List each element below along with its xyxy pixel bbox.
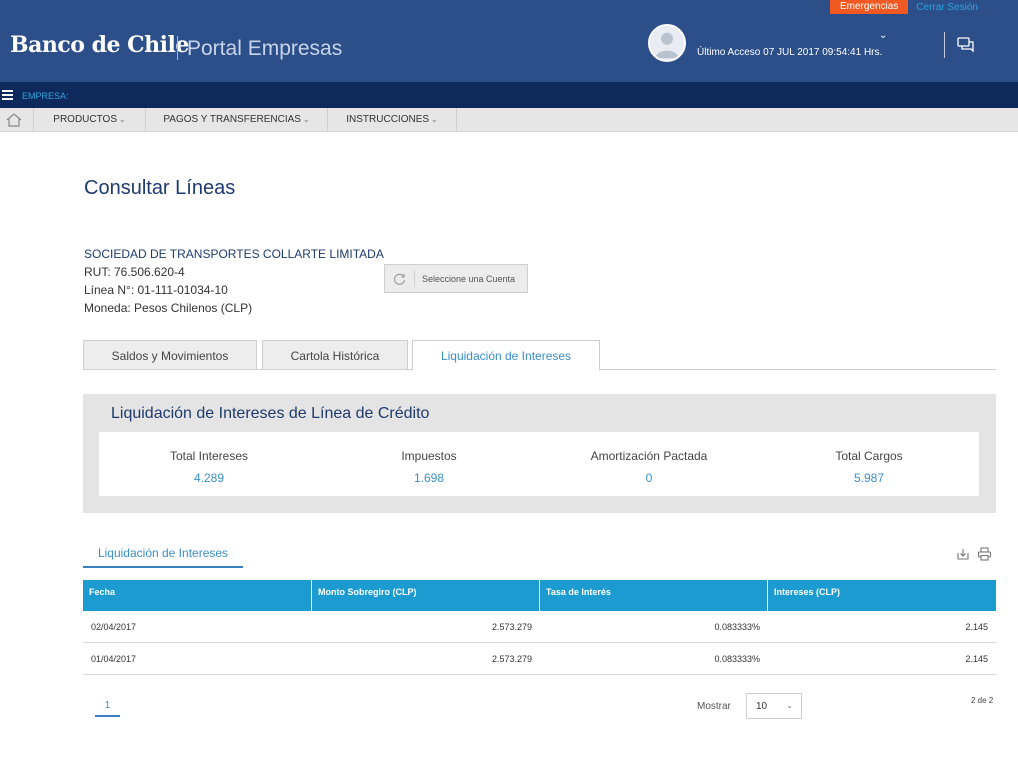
- empresa-bar: EMPRESA:: [0, 82, 1018, 108]
- stat-label: Amortización Pactada: [590, 449, 708, 463]
- summary-stats: Total Intereses 4.289 Impuestos 1.698 Am…: [99, 432, 979, 496]
- page-count-text: 2 de 2: [971, 696, 994, 705]
- last-access-text: Último Acceso 07 JUL 2017 09:54:41 Hrs.: [697, 47, 883, 58]
- cell-tasa-interes: 0.083333%: [714, 621, 760, 632]
- stat-label: Total Cargos: [835, 449, 903, 463]
- company-name: SOCIEDAD DE TRANSPORTES COLLARTE LIMITAD…: [84, 247, 384, 261]
- cell-fecha: 01/04/2017: [91, 653, 137, 664]
- bank-logo[interactable]: Banco de Chile: [10, 32, 189, 58]
- nav-item-productos[interactable]: PRODUCTOS ⌄: [33, 108, 145, 132]
- table-row: 02/04/2017 2.573.279 0.083333% 2.145: [83, 611, 996, 643]
- empresa-label[interactable]: EMPRESA:: [22, 91, 69, 101]
- tab-cartola-historica[interactable]: Cartola Histórica: [262, 340, 408, 370]
- select-account-label: Seleccione una Cuenta: [422, 273, 516, 284]
- stat-value: 1.698: [413, 471, 445, 485]
- top-links: Emergencias Cerrar Sesión: [829, 0, 978, 14]
- nav-divider: [456, 108, 457, 132]
- nav-item-pagos-transferencias[interactable]: PAGOS Y TRANSFERENCIAS ⌄: [145, 108, 327, 132]
- export-icon[interactable]: [956, 547, 970, 561]
- stat-value: 5.987: [853, 471, 885, 485]
- chat-icon[interactable]: [956, 35, 976, 55]
- cell-intereses: 2.145: [965, 653, 988, 664]
- tab-liquidacion-intereses[interactable]: Liquidación de Intereses: [412, 340, 600, 371]
- column-header-tasa-interes[interactable]: Tasa de Interés: [540, 580, 768, 611]
- table-row: 01/04/2017 2.573.279 0.083333% 2.145: [83, 643, 996, 675]
- subtab-liquidacion-intereses[interactable]: Liquidación de Intereses: [83, 546, 243, 568]
- column-header-fecha[interactable]: Fecha: [83, 580, 312, 611]
- stat-total-cargos: Total Cargos 5.987: [759, 449, 979, 485]
- stat-amortizacion-pactada: Amortización Pactada 0: [539, 449, 759, 485]
- interest-table: Fecha Monto Sobregiro (CLP) Tasa de Inte…: [83, 580, 996, 675]
- print-icon[interactable]: [977, 547, 992, 561]
- stat-label: Total Intereses: [169, 449, 249, 463]
- pagination-page-1[interactable]: 1: [95, 700, 120, 717]
- logout-link[interactable]: Cerrar Sesión: [916, 2, 978, 13]
- page-size-select[interactable]: 10 ⌄: [746, 693, 802, 719]
- cell-monto-sobregiro: 2.573.279: [491, 653, 532, 664]
- cell-monto-sobregiro: 2.573.279: [491, 621, 532, 632]
- header-divider: [944, 32, 945, 58]
- column-header-monto-sobregiro[interactable]: Monto Sobregiro (CLP): [312, 580, 540, 611]
- currency-info: Moneda: Pesos Chilenos (CLP): [84, 301, 253, 315]
- page-size-value: 10: [756, 700, 768, 712]
- table-header: Fecha Monto Sobregiro (CLP) Tasa de Inte…: [83, 580, 996, 611]
- chevron-down-icon: ⌄: [786, 701, 793, 710]
- user-avatar-icon[interactable]: [648, 24, 686, 62]
- stat-total-intereses: Total Intereses 4.289: [99, 449, 319, 485]
- refresh-icon: [385, 270, 415, 287]
- select-account-button[interactable]: Seleccione una Cuenta: [384, 264, 528, 293]
- interest-summary-panel: Liquidación de Intereses de Línea de Cré…: [83, 394, 996, 513]
- stat-value: 0: [645, 471, 653, 485]
- logo-divider: [177, 36, 178, 60]
- company-info: SOCIEDAD DE TRANSPORTES COLLARTE LIMITAD…: [84, 245, 384, 317]
- chevron-down-icon[interactable]: ⌄: [879, 30, 887, 41]
- credit-line-number: Línea N°: 01-111-01034-10: [84, 283, 228, 297]
- company-rut: RUT: 76.506.620-4: [84, 265, 185, 279]
- stat-impuestos: Impuestos 1.698: [319, 449, 539, 485]
- stat-label: Impuestos: [401, 449, 457, 463]
- hamburger-menu-icon[interactable]: [2, 90, 13, 100]
- main-nav: PRODUCTOS ⌄ PAGOS Y TRANSFERENCIAS ⌄ INSTR…: [0, 108, 1018, 132]
- cell-tasa-interes: 0.083333%: [714, 653, 760, 664]
- home-icon[interactable]: [5, 112, 23, 128]
- summary-title: Liquidación de Intereses de Línea de Cré…: [111, 405, 430, 422]
- page-title: Consultar Líneas: [84, 177, 236, 199]
- emergency-button[interactable]: Emergencias: [829, 0, 909, 14]
- column-header-intereses[interactable]: Intereses (CLP): [768, 580, 996, 611]
- stat-value: 4.289: [193, 471, 225, 485]
- cell-fecha: 02/04/2017: [91, 621, 137, 632]
- portal-name: Portal Empresas: [187, 37, 343, 60]
- tab-saldos-movimientos[interactable]: Saldos y Movimientos: [83, 340, 257, 370]
- page-size-label: Mostrar: [697, 701, 731, 712]
- cell-intereses: 2.145: [965, 621, 988, 632]
- app-header: Emergencias Cerrar Sesión Banco de Chile…: [0, 0, 1018, 82]
- nav-item-instrucciones[interactable]: INSTRUCCIONES ⌄: [327, 108, 456, 132]
